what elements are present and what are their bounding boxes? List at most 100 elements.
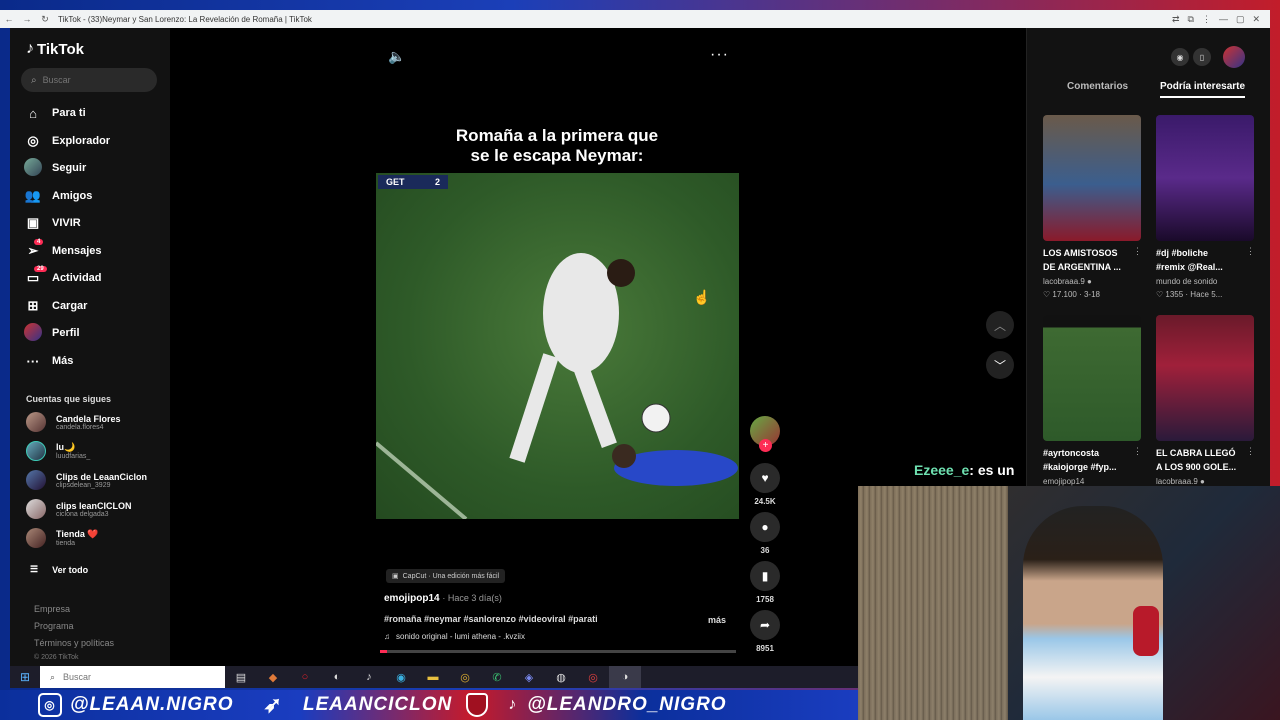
follow-plus-icon[interactable]: +: [759, 439, 772, 452]
nav-more[interactable]: ··· Más: [24, 348, 164, 374]
nav-friends[interactable]: 👥 Amigos: [24, 183, 164, 209]
card-title[interactable]: #ayrtoncosta #kaiojorge #fyp...: [1043, 446, 1135, 474]
taskbar-search[interactable]: ⌕: [40, 666, 225, 688]
card-author[interactable]: mundo de sonido: [1156, 277, 1217, 286]
video-thumbnail[interactable]: [1156, 315, 1254, 441]
discord-icon[interactable]: ◈: [513, 666, 545, 688]
video-sound[interactable]: ♫ sonido original - lumi athena - .kvzii…: [384, 632, 525, 641]
chevron-up-icon: ︿: [993, 318, 1006, 333]
card-title[interactable]: #dj #boliche #remix @Real...: [1156, 246, 1248, 274]
chrome-icon[interactable]: ◎: [577, 666, 609, 688]
taskbar-search-input[interactable]: [63, 672, 184, 682]
nav-live[interactable]: ▣ VIVIR: [24, 210, 164, 236]
chevron-down-icon: ﹀: [993, 358, 1006, 373]
maximize-icon[interactable]: ▢: [1236, 14, 1245, 25]
reload-icon[interactable]: ↻: [36, 10, 54, 28]
chrome-icon[interactable]: ◎: [449, 666, 481, 688]
edge-icon[interactable]: ◉: [385, 666, 417, 688]
close-icon[interactable]: ✕: [1252, 14, 1260, 25]
volume-icon[interactable]: 🔈: [388, 48, 405, 65]
following-account[interactable]: Tienda ❤️ tienda: [26, 526, 166, 550]
next-video-button[interactable]: ﹀: [986, 351, 1014, 379]
avatar[interactable]: [1223, 46, 1245, 68]
extensions-icon[interactable]: ⧉: [1188, 14, 1194, 25]
search-input[interactable]: [42, 75, 143, 85]
copyright: © 2026 TikTok: [34, 654, 79, 661]
chat-username: Ezeee_e: [914, 462, 970, 478]
list-icon: ☰: [30, 564, 39, 574]
card-title[interactable]: EL CABRA LLEGÓ A LOS 900 GOLE...: [1156, 446, 1248, 474]
see-all-link[interactable]: ☰ Ver todo: [30, 564, 88, 575]
task-view-icon[interactable]: ▤: [225, 666, 257, 688]
forward-icon[interactable]: →: [18, 10, 36, 28]
webcam-overlay: [858, 486, 1280, 720]
active-app-icon[interactable]: ◑: [609, 666, 641, 688]
more-options-icon[interactable]: ···: [710, 46, 729, 64]
copilot-icon[interactable]: ◆: [257, 666, 289, 688]
device-icon[interactable]: ▯: [1193, 48, 1211, 66]
back-icon[interactable]: ←: [0, 10, 18, 28]
card-author[interactable]: emojipop14: [1043, 477, 1084, 486]
nav-messages[interactable]: ➢ 4 Mensajes: [24, 238, 164, 264]
banner-name: LEAANCICLON: [302, 694, 453, 715]
like-button[interactable]: ♥: [750, 463, 780, 493]
expand-description-link[interactable]: más: [708, 615, 726, 625]
following-account[interactable]: clips leanCICLON ciclona delgada3: [26, 497, 166, 521]
nav-following[interactable]: Seguir: [24, 155, 164, 181]
obs-icon[interactable]: ◍: [545, 666, 577, 688]
card-author[interactable]: lacobraaa.9 ●: [1156, 477, 1205, 486]
footer-link-program[interactable]: Programa: [34, 621, 74, 631]
capcut-tag[interactable]: ▣ CapCut · Una edición más fácil: [386, 569, 506, 583]
video-author[interactable]: emojipop14 · Hace 3 día(s): [384, 593, 502, 604]
search-box[interactable]: ⌕: [21, 68, 157, 92]
save-button[interactable]: ▮: [750, 561, 780, 591]
nav-profile[interactable]: Perfil: [24, 320, 164, 346]
more-icon: ···: [26, 353, 40, 369]
tab-you-may-like[interactable]: Podría interesarte: [1160, 81, 1246, 98]
nav-explore[interactable]: ◎ Explorador: [24, 128, 164, 154]
tiktok-note-icon: ♪: [26, 40, 34, 57]
card-menu-icon[interactable]: ⋮: [1133, 246, 1142, 257]
whatsapp-icon[interactable]: ✆: [481, 666, 513, 688]
translate-icon[interactable]: ⇄: [1172, 14, 1180, 25]
card-title[interactable]: LOS AMISTOSOS DE ARGENTINA ...: [1043, 246, 1135, 274]
video-thumbnail[interactable]: [1156, 115, 1254, 241]
folder-icon[interactable]: ▬: [417, 666, 449, 688]
following-account[interactable]: Candela Flores candela.flores4: [26, 410, 166, 434]
minimize-icon[interactable]: —: [1219, 14, 1228, 25]
nav-upload[interactable]: ⊞ Cargar: [24, 293, 164, 319]
card-menu-icon[interactable]: ⋮: [1246, 446, 1255, 457]
video-thumbnail[interactable]: [1043, 315, 1141, 441]
card-menu-icon[interactable]: ⋮: [1246, 246, 1255, 257]
tiktok-logo[interactable]: ♪ TikTok: [26, 40, 84, 58]
share-button[interactable]: ➦: [750, 610, 780, 640]
following-account[interactable]: Clips de LeaanCiclon clipsdelean_3929: [26, 468, 166, 492]
video-hashtags[interactable]: #romaña #neymar #sanlorenzo #videoviral …: [384, 614, 598, 624]
save-count: 1758: [756, 595, 774, 604]
menu-icon[interactable]: ⋮: [1202, 14, 1211, 25]
video-overlay-title: Romaña a la primera que se le escapa Ney…: [455, 126, 659, 165]
nav-activity[interactable]: ▭ 29 Actividad: [24, 265, 164, 291]
footer-link-company[interactable]: Empresa: [34, 604, 70, 614]
tab-title[interactable]: TikTok - (33)Neymar y San Lorenzo: La Re…: [54, 15, 1172, 24]
following-header: Cuentas que sigues: [26, 394, 112, 404]
compass-icon[interactable]: ◉: [1171, 48, 1189, 66]
microphone: [1133, 606, 1159, 656]
tab-comments[interactable]: Comentarios: [1067, 81, 1128, 92]
video-thumbnail[interactable]: [1043, 115, 1141, 241]
live-icon: ▣: [26, 215, 40, 230]
windows-start-icon[interactable]: ⊞: [10, 670, 40, 684]
card-menu-icon[interactable]: ⋮: [1133, 446, 1142, 457]
video-frame-illustration: [376, 253, 738, 519]
footer-link-terms[interactable]: Términos y políticas: [34, 638, 114, 648]
opera-icon[interactable]: ○: [289, 666, 321, 688]
tiktok-icon[interactable]: ♪: [353, 666, 385, 688]
card-author[interactable]: lacobraaa.9 ●: [1043, 277, 1092, 286]
nav-for-you[interactable]: ⌂ Para ti: [24, 100, 164, 126]
video-progress-bar[interactable]: [380, 650, 736, 653]
comment-button[interactable]: ●: [750, 512, 780, 542]
following-account[interactable]: lu🌙 luudfarias_: [26, 439, 166, 463]
app-icon[interactable]: ◐: [321, 666, 353, 688]
video-player[interactable]: GET 2: [376, 173, 739, 519]
previous-video-button[interactable]: ︿: [986, 311, 1014, 339]
